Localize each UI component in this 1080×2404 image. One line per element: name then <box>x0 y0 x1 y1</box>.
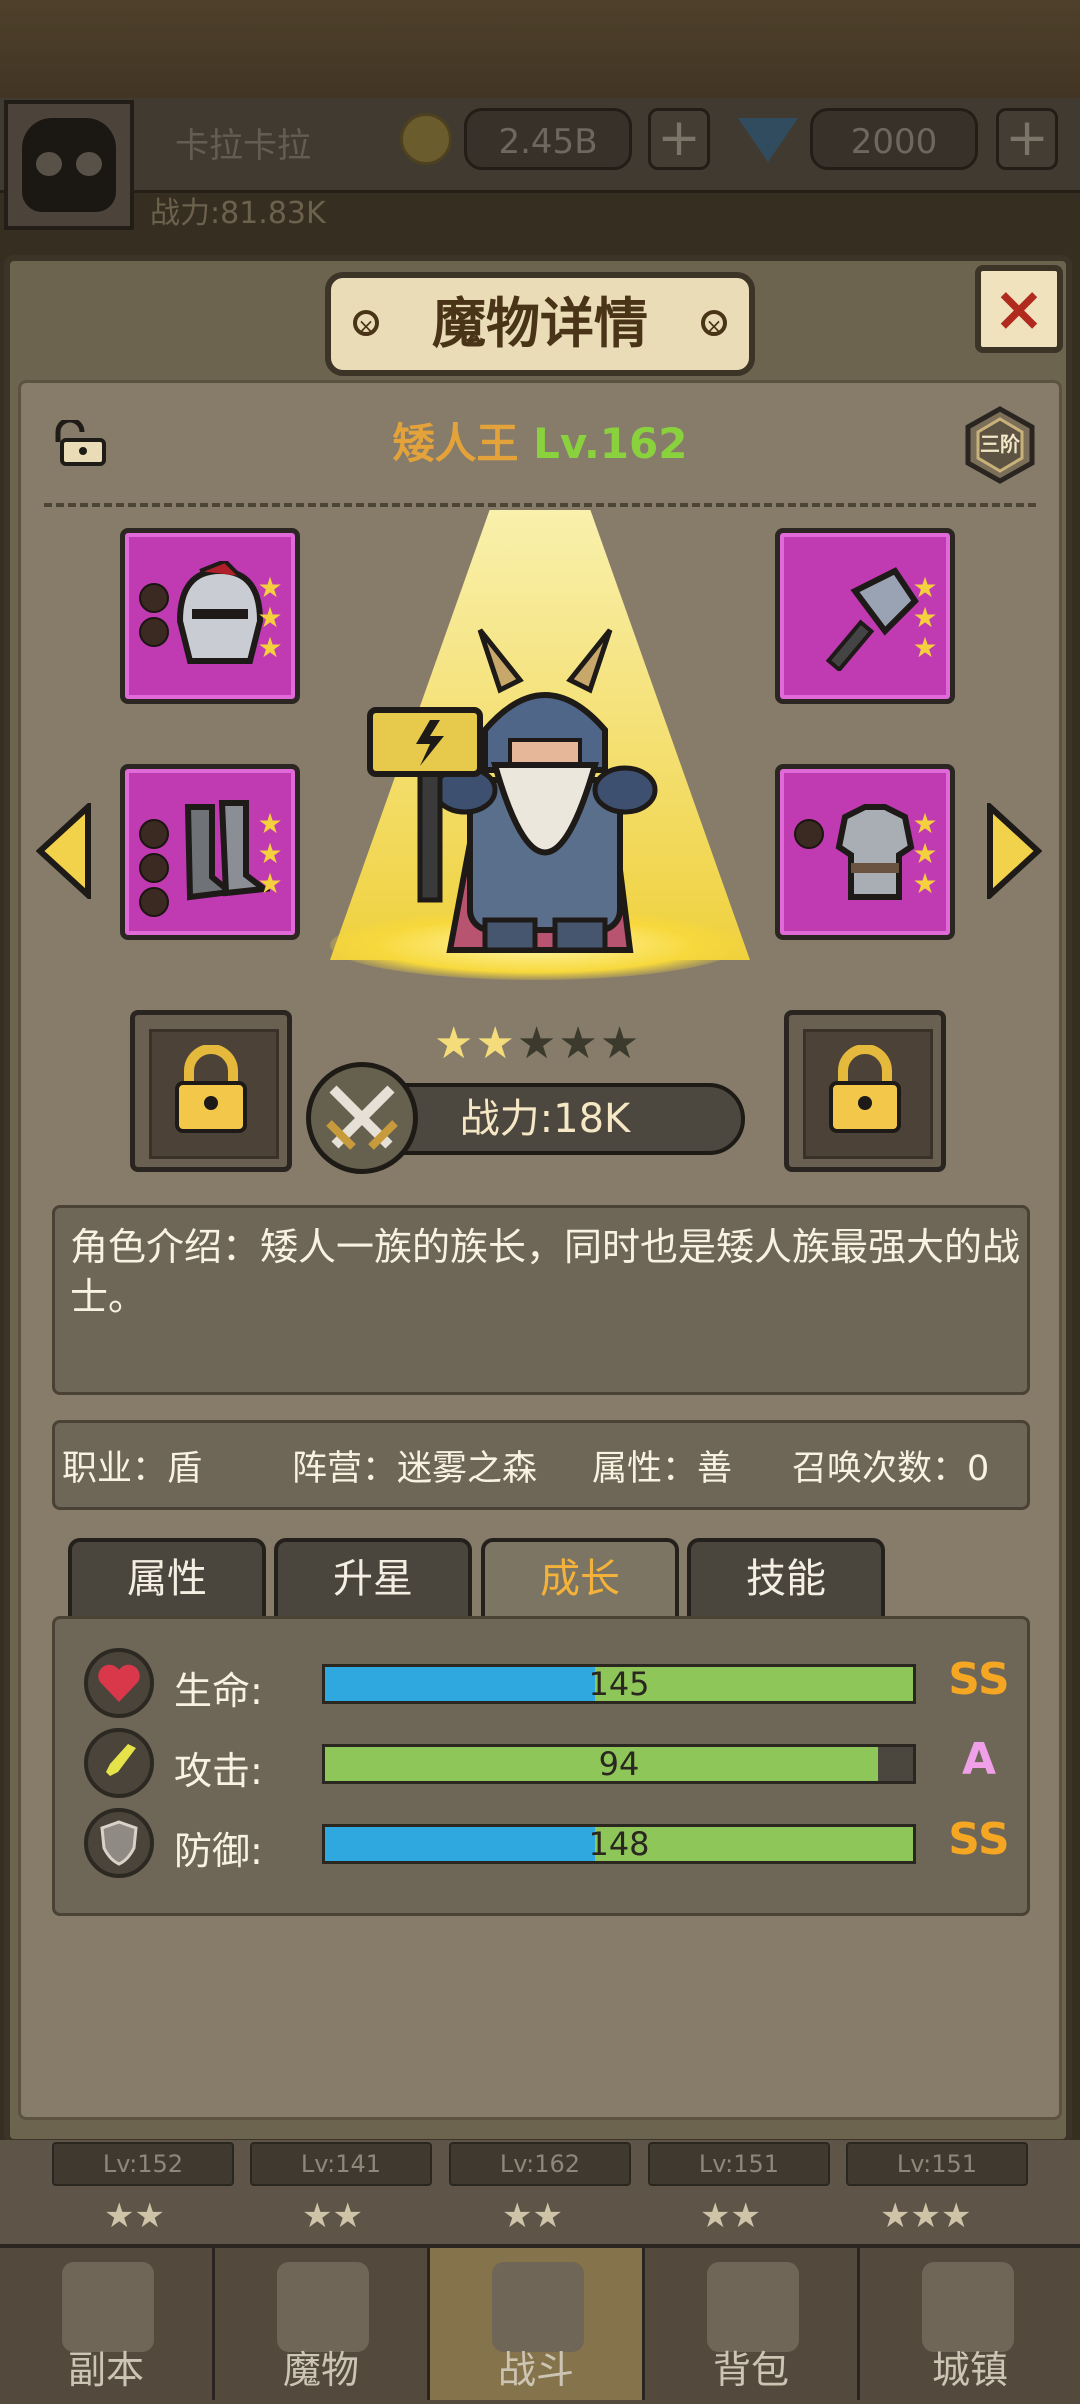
dwarf-king-portrait <box>367 628 658 953</box>
locked-slot-right[interactable] <box>784 1010 946 1172</box>
roster-card-level[interactable]: Lv:151 <box>648 2142 830 2186</box>
roster-card-level[interactable]: Lv:151 <box>846 2142 1028 2186</box>
close-button[interactable]: × <box>975 265 1063 353</box>
ornament-icon: × <box>701 310 727 338</box>
star-empty-icon: ★ <box>558 1018 598 1069</box>
hero-title: 矮人王 Lv.162 <box>0 410 1080 471</box>
nav-label: 副本 <box>67 2348 144 2392</box>
nav-label: 城镇 <box>931 2348 1008 2392</box>
nav-town[interactable]: 城镇 <box>860 2248 1080 2400</box>
alignment-info: 属性：善 <box>592 1449 733 1489</box>
dialog-title: 魔物详情 <box>432 292 648 355</box>
next-arrow-icon[interactable] <box>986 803 1042 899</box>
roster-card-stars: ★★★ <box>880 2196 972 2236</box>
stat-grade-defense: SS <box>948 1814 1010 1865</box>
tier-label: 三阶 <box>980 432 1020 456</box>
summon-count: 召唤次数：0 <box>792 1449 990 1489</box>
equip-slot-armor[interactable]: ★ ★ ★ <box>775 764 955 940</box>
roster-card-stars: ★★ <box>302 2196 363 2236</box>
hero-level: Lv.162 <box>533 419 688 468</box>
roster-card-stars: ★★ <box>104 2196 165 2236</box>
stat-label-defense: 防御: <box>174 1829 263 1873</box>
nav-backpack[interactable]: 背包 <box>645 2248 860 2400</box>
equip-slot-weapon[interactable]: ★ ★ ★ <box>775 528 955 704</box>
socket-dots <box>794 819 824 853</box>
heart-icon <box>84 1648 154 1718</box>
shield-icon <box>84 1808 154 1878</box>
nav-battle[interactable]: 战斗 <box>430 2248 645 2400</box>
stat-grade-hp: SS <box>948 1654 1010 1705</box>
hero-name: 矮人王 <box>392 419 519 468</box>
faction-info: 阵营：迷雾之森 <box>292 1449 538 1489</box>
nav-label: 战斗 <box>497 2348 574 2392</box>
star-filled-icon: ★ <box>434 1018 474 1069</box>
divider <box>44 503 1036 507</box>
prev-arrow-icon[interactable] <box>36 803 92 899</box>
stat-value-defense: 148 <box>588 1825 650 1863</box>
sword-icon <box>84 1728 154 1798</box>
item-stars: ★ ★ ★ <box>912 571 938 664</box>
item-stars: ★ ★ ★ <box>912 807 938 900</box>
tab-skills[interactable]: 技能 <box>687 1538 885 1618</box>
roster-card-stars: ★★ <box>700 2196 761 2236</box>
roster-card-stars: ★★ <box>502 2196 563 2236</box>
roster-card-level[interactable]: Lv:141 <box>250 2142 432 2186</box>
nav-label: 背包 <box>712 2348 789 2392</box>
roster-card-level[interactable]: Lv:162 <box>449 2142 631 2186</box>
nav-monsters[interactable]: 魔物 <box>215 2248 430 2400</box>
equip-slot-boots[interactable]: ★ ★ ★ <box>120 764 300 940</box>
socket-dots <box>139 583 169 651</box>
tab-attributes[interactable]: 属性 <box>68 1538 266 1618</box>
star-empty-icon: ★ <box>516 1018 557 1069</box>
hero-description: 角色介绍：矮人一族的族长，同时也是矮人族最强大的战士。 <box>70 1225 1021 1319</box>
equip-slot-helmet[interactable]: ★ ★ ★ <box>120 528 300 704</box>
locked-slot-left[interactable] <box>130 1010 292 1172</box>
hero-star-rating: ★★★★★ <box>434 1018 641 1069</box>
lock-icon <box>829 1045 901 1133</box>
stat-value-hp: 145 <box>588 1665 650 1703</box>
stat-grade-attack: A <box>961 1734 997 1785</box>
roster-card-level[interactable]: Lv:152 <box>52 2142 234 2186</box>
tab-growth[interactable]: 成长 <box>481 1538 679 1618</box>
star-empty-icon: ★ <box>599 1018 640 1069</box>
lock-icon <box>175 1045 247 1133</box>
stat-label-hp: 生命: <box>174 1669 263 1713</box>
socket-dots <box>139 819 169 921</box>
stat-label-attack: 攻击: <box>174 1749 263 1793</box>
nav-dungeon[interactable]: 副本 <box>0 2248 215 2400</box>
star-filled-icon: ★ <box>475 1018 515 1069</box>
item-stars: ★ ★ ★ <box>257 807 283 900</box>
dialog-title-plate: × 魔物详情 × <box>325 272 755 376</box>
item-stars: ★ ★ ★ <box>257 571 283 664</box>
stat-value-attack: 94 <box>598 1745 640 1783</box>
job-info: 职业：盾 <box>62 1449 203 1489</box>
tab-star-up[interactable]: 升星 <box>274 1538 472 1618</box>
nav-label: 魔物 <box>282 2348 359 2392</box>
crossed-swords-icon <box>306 1062 418 1174</box>
